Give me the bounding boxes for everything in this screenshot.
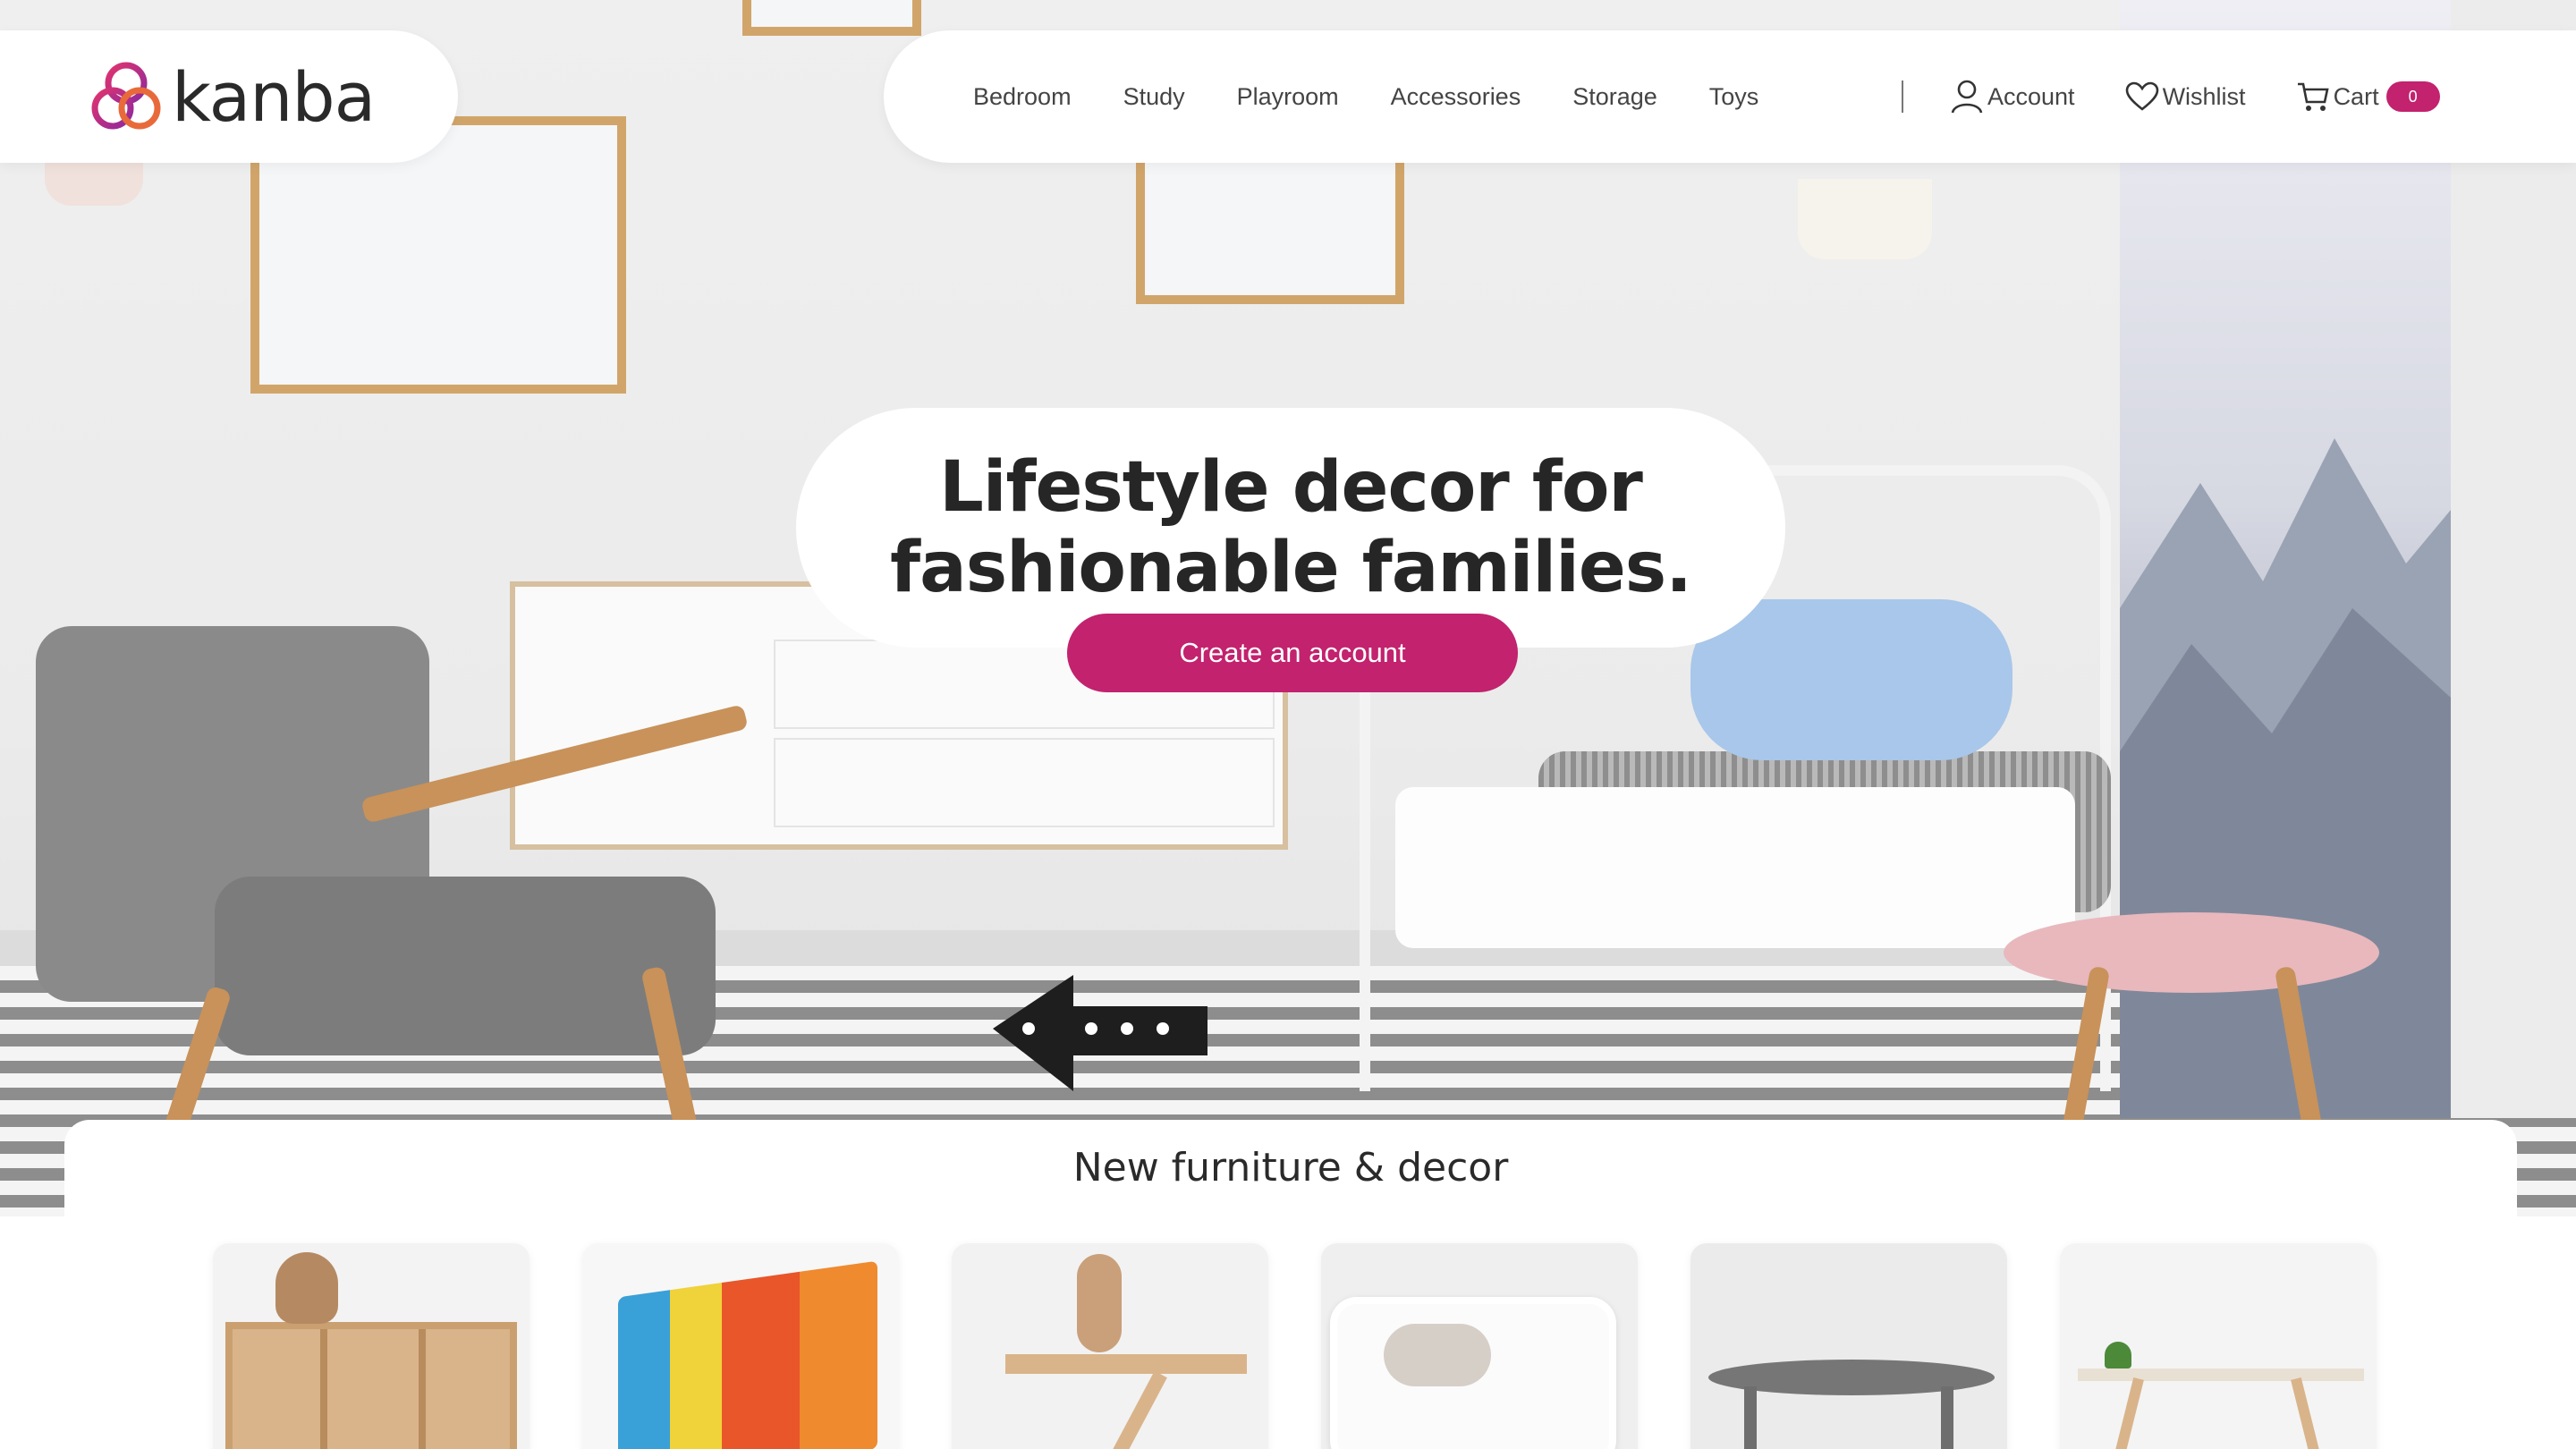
- wishlist-label: Wishlist: [2162, 82, 2246, 110]
- product-image-shelf: [225, 1322, 517, 1449]
- create-account-button[interactable]: Create an account: [1067, 614, 1518, 692]
- pendant-lamp-center: [1798, 179, 1932, 259]
- hero-title-line-2: fashionable families.: [890, 528, 1692, 608]
- armchair-seat: [215, 877, 716, 1055]
- plush-toy: [1384, 1324, 1491, 1386]
- pink-side-table: [2004, 912, 2379, 993]
- wishlist-link[interactable]: Wishlist: [2125, 81, 2246, 112]
- cart-link[interactable]: Cart 0: [2296, 80, 2440, 113]
- main-nav: Bedroom Study Playroom Accessories Stora…: [884, 30, 2576, 163]
- nav-link-bedroom[interactable]: Bedroom: [973, 83, 1072, 111]
- product-image-desk: [1005, 1354, 1247, 1374]
- marquee-arrow-sign: [993, 975, 1208, 1091]
- cart-count-badge: 0: [2385, 81, 2440, 112]
- desk-leg: [1108, 1370, 1167, 1449]
- product-image-book-rack: [618, 1260, 877, 1449]
- nav-divider: [1902, 80, 1903, 113]
- nav-link-storage[interactable]: Storage: [1572, 83, 1657, 111]
- cart-label: Cart: [2333, 82, 2379, 110]
- wall-frame-top: [742, 0, 921, 36]
- potted-plant: [2105, 1342, 2131, 1368]
- table-leg: [1941, 1386, 1953, 1449]
- pendant-lamp-left: [45, 161, 143, 206]
- brand-name: kanba: [172, 56, 376, 137]
- table-leg: [1744, 1386, 1757, 1449]
- shelf-divider: [419, 1329, 426, 1449]
- nav-link-playroom[interactable]: Playroom: [1237, 83, 1339, 111]
- dresser-drawer: [774, 738, 1275, 827]
- cart-icon: [2297, 82, 2329, 111]
- hero-headline-card: Lifestyle decor for fashionable families…: [796, 408, 1785, 648]
- section-title: New furniture & decor: [1072, 1145, 1509, 1191]
- account-link[interactable]: Account: [1950, 79, 2075, 114]
- hero-title-line-1: Lifestyle decor for: [939, 447, 1643, 528]
- product-card-book-rack[interactable]: [582, 1243, 899, 1449]
- nav-link-study[interactable]: Study: [1123, 83, 1185, 111]
- product-card-bed[interactable]: [1321, 1243, 1638, 1449]
- logo-header[interactable]: kanba: [0, 30, 458, 163]
- right-wall-edge: [2451, 0, 2576, 1118]
- interlocking-rings-logo-icon: [91, 62, 161, 130]
- new-products-section: New furniture & decor: [64, 1120, 2517, 1449]
- account-label: Account: [1987, 82, 2075, 110]
- product-card-table[interactable]: [1690, 1243, 2007, 1449]
- product-card-list: [213, 1243, 2377, 1449]
- bunny-figure: [1077, 1254, 1122, 1352]
- shelf-divider: [320, 1329, 327, 1449]
- product-card-shelf[interactable]: [213, 1243, 530, 1449]
- nav-link-toys[interactable]: Toys: [1709, 83, 1759, 111]
- utility-links: Account Wishlist Cart 0: [1950, 30, 2490, 163]
- hero-title: Lifestyle decor for fashionable families…: [890, 447, 1692, 608]
- heart-icon: [2125, 81, 2158, 111]
- desk-leg: [2291, 1377, 2323, 1449]
- category-links: Bedroom Study Playroom Accessories Stora…: [973, 30, 1810, 163]
- product-card-desk[interactable]: [952, 1243, 1268, 1449]
- cloud-pillow: [1690, 599, 2012, 760]
- user-icon: [1951, 80, 1983, 114]
- product-card-trestle-desk[interactable]: [2060, 1243, 2377, 1449]
- teddy-bear: [275, 1252, 338, 1324]
- bed-mattress: [1395, 787, 2075, 948]
- product-image-trestle-desk: [2078, 1368, 2364, 1381]
- nav-link-accessories[interactable]: Accessories: [1391, 83, 1521, 111]
- desk-leg: [2112, 1377, 2144, 1449]
